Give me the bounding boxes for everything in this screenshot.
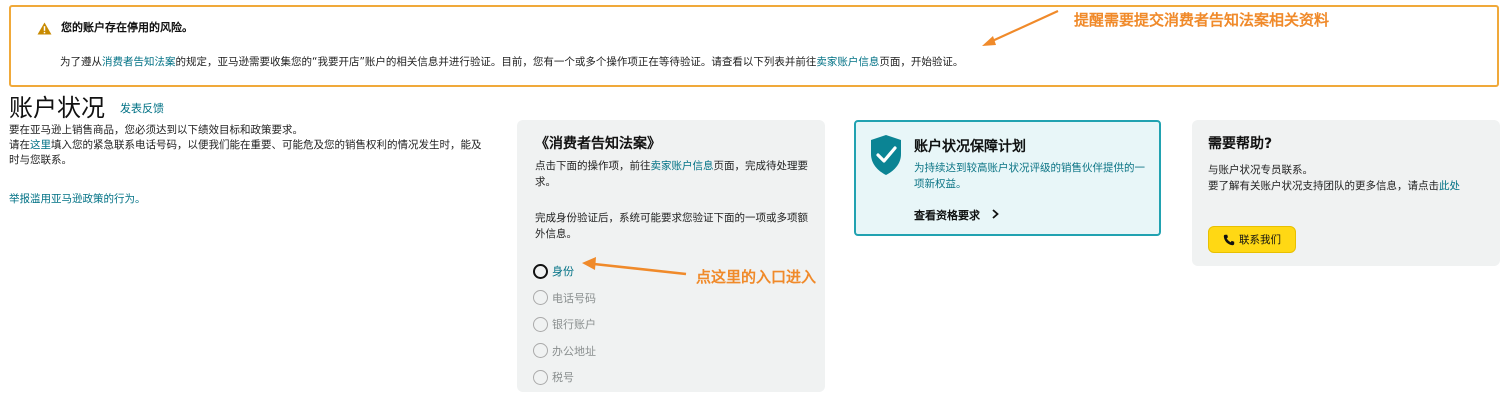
banner-text-middle: 的规定，亚马逊需要收集您的“我要开店”账户的相关信息并进行验证。目前，您有一个或… xyxy=(175,56,817,68)
help-line1: 与账户状况专员联系。 xyxy=(1208,164,1313,176)
help-desc: 与账户状况专员联系。 要了解有关账户状况支持团队的更多信息，请点击此处 xyxy=(1208,162,1488,194)
consumer-seller-info-link[interactable]: 卖家账户信息 xyxy=(651,160,714,172)
verify-item-identity[interactable]: 身份 xyxy=(533,258,596,285)
phone-icon xyxy=(1223,234,1235,245)
eligibility-label: 查看资格要求 xyxy=(914,209,980,222)
contact-us-button[interactable]: 联系我们 xyxy=(1208,226,1296,253)
account-requirements-text: 要在亚马逊上销售商品，您必须达到以下绩效目标和政策要求。 请在这里填入您的紧急联… xyxy=(9,123,485,168)
consumer-desc-prefix: 点击下面的操作项，前往 xyxy=(535,160,651,172)
consumer-act-link[interactable]: 消费者告知法案 xyxy=(102,56,176,68)
verify-item-label: 办公地址 xyxy=(552,344,596,358)
assurance-title: 账户状况保障计划 xyxy=(914,139,1026,155)
radio-circle-icon xyxy=(533,369,548,385)
verify-item-tax[interactable]: 税号 xyxy=(533,364,596,391)
account-assurance-card: 账户状况保障计划 为持续达到较高账户状况评级的销售伙伴提供的一项新权益。 查看资… xyxy=(854,120,1161,236)
chevron-right-icon xyxy=(992,209,999,219)
annotation-middle: 点这里的入口进入 xyxy=(696,268,817,286)
seller-info-link[interactable]: 卖家账户信息 xyxy=(816,56,879,68)
help-line2: 要了解有关账户状况支持团队的更多信息，请点击此处 xyxy=(1208,178,1488,194)
radio-circle-icon xyxy=(533,263,548,279)
emergency-here-link[interactable]: 这里 xyxy=(30,139,51,151)
verification-list: 身份 电话号码 银行账户 办公地址 税号 xyxy=(533,258,596,391)
help-card: 需要帮助? 与账户状况专员联系。 要了解有关账户状况支持团队的更多信息，请点击此… xyxy=(1192,120,1500,266)
verify-item-label: 税号 xyxy=(552,371,574,385)
shield-check-icon xyxy=(871,135,901,175)
help-here-link[interactable]: 此处 xyxy=(1439,180,1460,192)
annotation-top: 提醒需要提交消费者告知法案相关资料 xyxy=(1074,11,1330,29)
requirements-line: 要在亚马逊上销售商品，您必须达到以下绩效目标和政策要求。 xyxy=(9,124,303,136)
banner-text: 为了遵从消费者告知法案的规定，亚马逊需要收集您的“我要开店”账户的相关信息并进行… xyxy=(60,54,963,69)
radio-circle-icon xyxy=(533,290,548,306)
verify-item-label: 银行账户 xyxy=(552,318,596,332)
consumer-card-desc2: 完成身份验证后，系统可能要求您验证下面的一项或多项额外信息。 xyxy=(535,212,808,240)
consumer-act-card: 《消费者告知法案》 点击下面的操作项，前往卖家账户信息页面，完成待处理要求。 完… xyxy=(517,120,825,392)
radio-circle-icon xyxy=(533,316,548,332)
contact-us-label: 联系我们 xyxy=(1239,234,1281,246)
assurance-desc: 为持续达到较高账户状况评级的销售伙伴提供的一项新权益。 xyxy=(914,162,1145,190)
emergency-prefix: 请在 xyxy=(9,139,30,151)
verify-item-phone[interactable]: 电话号码 xyxy=(533,285,596,312)
help-line2-text: 要了解有关账户状况支持团队的更多信息，请点击 xyxy=(1208,180,1439,192)
page-title: 账户状况 xyxy=(9,94,105,122)
help-title: 需要帮助? xyxy=(1208,136,1273,152)
verify-item-label: 电话号码 xyxy=(552,291,596,305)
emergency-suffix: 填入您的紧急联系电话号码，以便我们能在重要、可能危及您的销售权利的情况发生时，能… xyxy=(9,139,482,166)
report-abuse-link[interactable]: 举报滥用亚马逊政策的行为。 xyxy=(9,191,146,206)
verify-item-bank[interactable]: 银行账户 xyxy=(533,311,596,338)
eligibility-link[interactable]: 查看资格要求 xyxy=(914,207,999,223)
banner-title: 您的账户存在停用的风险。 xyxy=(61,21,193,34)
verify-item-label: 身份 xyxy=(552,265,574,279)
page-root: 您的账户存在停用的风险。 为了遵从消费者告知法案的规定，亚马逊需要收集您的“我要… xyxy=(0,0,1506,397)
banner-text-prefix: 为了遵从 xyxy=(60,56,102,68)
feedback-link[interactable]: 发表反馈 xyxy=(120,100,164,116)
radio-circle-icon xyxy=(533,343,548,359)
warning-icon xyxy=(37,22,52,35)
emergency-contact-line: 请在这里填入您的紧急联系电话号码，以便我们能在重要、可能危及您的销售权利的情况发… xyxy=(9,138,485,168)
consumer-card-desc: 点击下面的操作项，前往卖家账户信息页面，完成待处理要求。 xyxy=(535,158,815,190)
banner-text-suffix: 页面，开始验证。 xyxy=(879,56,964,68)
consumer-card-title: 《消费者告知法案》 xyxy=(535,136,661,152)
verify-item-office[interactable]: 办公地址 xyxy=(533,338,596,365)
